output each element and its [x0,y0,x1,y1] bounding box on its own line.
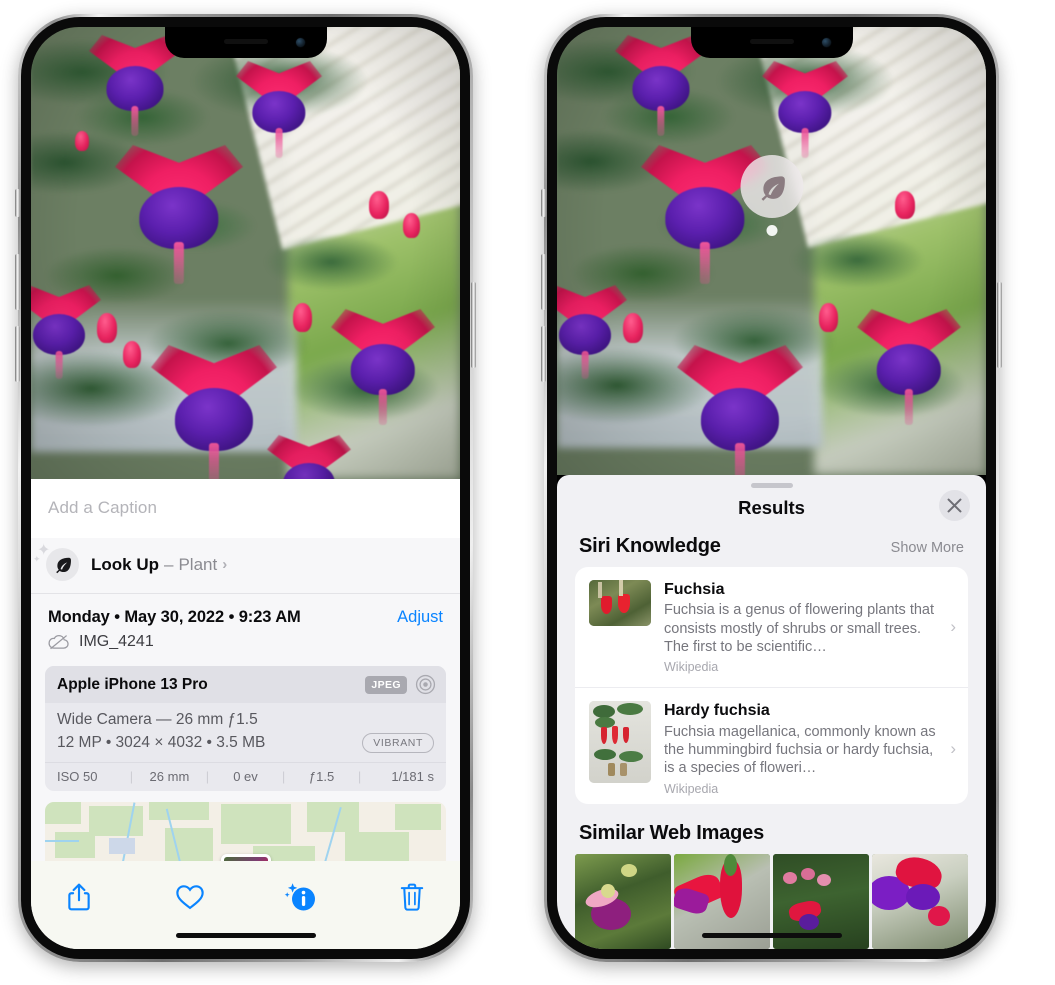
page-title: Results [738,496,805,518]
result-thumbnail [589,701,651,784]
home-indicator[interactable] [175,933,316,938]
siri-knowledge-header: Siri Knowledge Show More [557,535,986,567]
result-title: Hardy fuchsia [664,702,770,720]
notch [164,27,327,58]
camera-card-header: Apple iPhone 13 Pro JPEG [45,666,446,703]
screenshot-root: Add a Caption ✦ ✦ Look Up – Plant › Mond… [0,0,1055,985]
home-indicator[interactable] [701,933,842,938]
photo-vignette [31,27,460,479]
exif-iso: ISO 50 [57,769,98,784]
right-iphone-device: Results Siri Knowledge Show More Fuchsia… [541,14,1002,962]
caption-field[interactable]: Add a Caption [31,479,460,538]
show-more-button[interactable]: Show More [891,540,964,556]
share-icon [68,883,90,911]
section-title: Siri Knowledge [579,534,721,557]
exif-row: ISO 50 | 26 mm | 0 ev | ƒ1.5 | 1/181 s [45,762,446,791]
camera-model: Apple iPhone 13 Pro [57,675,208,693]
notch [690,27,853,58]
favorite-button[interactable] [170,877,210,917]
result-source: Wikipedia [664,781,719,796]
close-icon [947,498,962,513]
sparkle-icon-small: ✦ [33,554,41,564]
photographic-style-badge: VIBRANT [362,733,434,753]
similar-image-4[interactable] [872,854,968,949]
look-up-title: Look Up [91,554,159,574]
power-button[interactable] [997,282,1002,368]
exif-focal: 26 mm [149,769,190,784]
siri-knowledge-card: Fuchsia Fuchsia is a genus of flowering … [575,566,968,804]
leaf-icon: ✦ ✦ [33,543,79,581]
look-up-label: Look Up – Plant › [91,555,227,575]
result-source: Wikipedia [664,660,719,675]
photo-metadata: Monday • May 30, 2022 • 9:23 AM Adjust I… [31,594,460,660]
earpiece-speaker [749,39,794,44]
heart-icon [176,885,204,910]
result-description: Fuchsia magellanica, commonly known as t… [664,723,936,777]
volume-up-button[interactable] [15,254,20,310]
chevron-right-icon: › [950,738,956,758]
camera-file-size: 12 MP • 3024 × 4032 • 3.5 MB [57,734,266,751]
info-button[interactable] [281,877,321,917]
photo-info-sheet: Add a Caption ✦ ✦ Look Up – Plant › Mond… [31,479,460,949]
mute-switch[interactable] [541,189,546,217]
adjust-button[interactable]: Adjust [397,608,443,627]
earpiece-speaker [223,39,268,44]
photo-date: Monday • May 30, 2022 • 9:23 AM [48,608,301,626]
share-button[interactable] [59,877,99,917]
list-item[interactable]: Fuchsia Fuchsia is a genus of flowering … [575,567,968,687]
list-item[interactable]: Hardy fuchsia Fuchsia magellanica, commo… [575,687,968,804]
result-description: Fuchsia is a genus of flowering plants t… [664,602,935,655]
power-button[interactable] [471,282,476,368]
mute-switch[interactable] [15,189,20,217]
chevron-right-icon: › [222,556,228,573]
look-up-dash: – [164,554,174,574]
results-sheet: Results Siri Knowledge Show More Fuchsia… [557,475,986,949]
close-button[interactable] [939,489,970,521]
exif-shutter: 1/181 s [391,769,434,784]
result-thumbnail [589,579,651,626]
left-iphone-device: Add a Caption ✦ ✦ Look Up – Plant › Mond… [15,14,476,962]
look-up-subject: Plant [178,554,218,574]
right-screen: Results Siri Knowledge Show More Fuchsia… [557,27,986,949]
leaf-icon [761,175,785,201]
look-up-row[interactable]: ✦ ✦ Look Up – Plant › [31,538,460,594]
front-camera-icon [295,38,305,47]
format-badge: JPEG [365,675,407,694]
result-title: Fuchsia [664,580,725,598]
photo-vignette [557,27,986,475]
photo-viewer[interactable] [31,27,460,479]
result-text: Fuchsia Fuchsia is a genus of flowering … [664,580,954,674]
aperture-icon [415,674,436,695]
volume-down-button[interactable] [541,326,546,382]
visual-lookup-badge[interactable] [740,155,803,236]
section-title: Similar Web Images [579,822,764,844]
camera-info-card[interactable]: Apple iPhone 13 Pro JPEG Wide Camera — 2… [45,666,446,791]
similar-image-1[interactable] [575,854,671,949]
results-header: Results [557,488,986,535]
photo-viewer[interactable] [557,27,986,475]
badge-anchor-dot [766,225,777,236]
photo-filename-row: IMG_4241 [48,633,443,651]
caption-placeholder: Add a Caption [48,498,158,517]
location-map[interactable] [45,802,446,870]
left-screen: Add a Caption ✦ ✦ Look Up – Plant › Mond… [31,27,460,949]
front-camera-icon [821,38,831,47]
volume-down-button[interactable] [15,326,20,382]
icloud-slash-icon [48,635,69,650]
exif-exposure: 0 ev [233,769,258,784]
similar-web-images-header: Similar Web Images [557,804,986,854]
camera-lens: Wide Camera — 26 mm ƒ1.5 [57,711,258,728]
chevron-right-icon: › [950,617,956,637]
result-text: Hardy fuchsia Fuchsia magellanica, commo… [664,701,954,795]
exif-aperture: ƒ1.5 [308,769,335,784]
delete-button[interactable] [392,877,432,917]
volume-up-button[interactable] [541,254,546,310]
info-sparkle-icon [284,883,315,911]
camera-card-body: Wide Camera — 26 mm ƒ1.5 12 MP • 3024 × … [45,703,446,762]
trash-icon [400,883,424,911]
photo-filename: IMG_4241 [79,633,154,650]
